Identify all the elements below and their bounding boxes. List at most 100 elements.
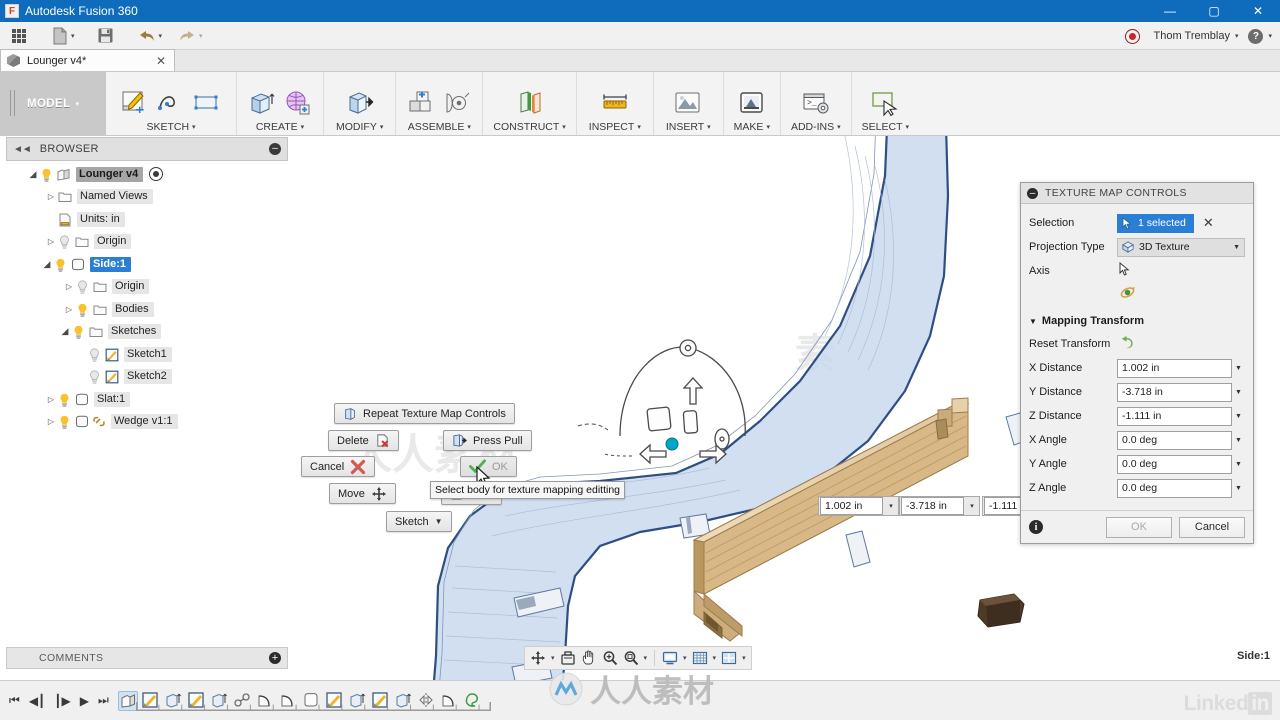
chevron-down-icon[interactable]: ▼ xyxy=(1233,244,1240,251)
visibility-bulb-icon[interactable] xyxy=(76,280,89,294)
select-window-icon[interactable] xyxy=(870,88,900,118)
reset-arrow-icon[interactable] xyxy=(1117,335,1135,353)
info-icon[interactable]: i xyxy=(1029,520,1043,534)
canvas-dimension-y[interactable]: ▾ xyxy=(899,496,980,516)
viewports-button[interactable]: ▾ xyxy=(719,647,748,669)
timeline-go-to-start-button[interactable]: ⏮ xyxy=(9,693,20,708)
workspace-switcher[interactable]: MODEL ▾ xyxy=(0,72,106,135)
expand-arrow-icon[interactable]: ◢ xyxy=(26,169,40,180)
dialog-title-bar[interactable]: – TEXTURE MAP CONTROLS xyxy=(1021,183,1253,204)
chevron-down-icon[interactable]: ▾ xyxy=(742,654,746,662)
3d-print-icon[interactable] xyxy=(737,88,767,118)
z-distance-value[interactable]: -1.111 in xyxy=(1117,406,1232,426)
chevron-down-icon[interactable]: ▾ xyxy=(562,123,566,131)
close-button[interactable]: ✕ xyxy=(1236,0,1280,22)
y-distance-value[interactable]: -3.718 in xyxy=(1117,382,1232,402)
redo-button[interactable]: ▾ xyxy=(172,22,209,50)
activate-component-icon[interactable] xyxy=(149,167,164,182)
chevron-down-icon[interactable]: ▾ xyxy=(1268,32,1272,40)
tree-item-named-views[interactable]: ▷ Named Views xyxy=(6,186,288,209)
x-distance-value[interactable]: 1.002 in xyxy=(1117,358,1232,378)
chevron-down-icon[interactable]: ▼ xyxy=(1232,389,1245,396)
app-grid-icon[interactable] xyxy=(6,22,32,50)
chevron-down-icon[interactable]: ▾ xyxy=(1235,32,1239,40)
axis-pick-icon[interactable] xyxy=(1117,261,1132,280)
expand-arrow-icon[interactable]: ▷ xyxy=(44,417,58,426)
chevron-down-icon[interactable]: ▾ xyxy=(965,502,979,510)
tree-item-lounger-v4[interactable]: ◢ Lounger v4 xyxy=(6,163,288,186)
record-icon[interactable] xyxy=(1124,28,1140,44)
marking-menu-presspull-button[interactable]: Press Pull xyxy=(443,430,532,451)
user-name-label[interactable]: Thom Tremblay xyxy=(1154,30,1230,42)
add-comment-icon[interactable]: + xyxy=(269,652,281,664)
chevron-down-icon[interactable]: ▾ xyxy=(551,654,555,662)
chevron-down-icon[interactable]: ▾ xyxy=(713,654,717,662)
look-at-button[interactable] xyxy=(558,647,578,669)
expand-arrow-icon[interactable]: ▷ xyxy=(62,305,76,314)
chevron-down-icon[interactable]: ▼ xyxy=(1232,437,1245,444)
clear-selection-icon[interactable]: ✕ xyxy=(1203,215,1214,231)
minimize-button[interactable]: — xyxy=(1148,0,1192,22)
grid-snaps-button[interactable]: ▾ xyxy=(690,647,719,669)
y-distance-canvas-input[interactable] xyxy=(901,497,964,515)
zoom-window-button[interactable] xyxy=(600,647,620,669)
chevron-down-icon[interactable]: ▾ xyxy=(884,502,898,510)
visibility-bulb-icon[interactable] xyxy=(58,415,71,429)
chevron-down-icon[interactable]: ▾ xyxy=(192,123,196,131)
expand-arrow-icon[interactable]: ◢ xyxy=(58,326,72,337)
save-button[interactable] xyxy=(91,22,120,50)
chevron-down-icon[interactable]: ▾ xyxy=(683,654,687,662)
expand-arrow-icon[interactable]: ▷ xyxy=(62,282,76,291)
chevron-down-icon[interactable]: ▾ xyxy=(906,123,910,131)
x-angle-value[interactable]: 0.0 deg xyxy=(1117,430,1232,450)
chevron-down-icon[interactable]: ▾ xyxy=(644,654,648,662)
offset-plane-icon[interactable] xyxy=(515,88,545,118)
timeline-step-forward-button[interactable]: ┃▶ xyxy=(54,694,70,708)
tree-item-units[interactable]: Units: in xyxy=(6,208,288,231)
dialog-cancel-button[interactable]: Cancel xyxy=(1179,516,1245,538)
chevron-down-icon[interactable]: ▾ xyxy=(301,123,305,131)
timeline-feature-component[interactable] xyxy=(117,690,138,711)
visibility-bulb-icon[interactable] xyxy=(88,370,101,384)
file-menu-button[interactable]: ▾ xyxy=(46,22,81,50)
tree-item-origin[interactable]: ▷ Origin xyxy=(6,231,288,254)
marking-menu-delete-button[interactable]: Delete xyxy=(328,430,399,451)
visibility-bulb-icon[interactable] xyxy=(72,325,85,339)
comments-panel-header[interactable]: COMMENTS + xyxy=(6,647,288,669)
marking-menu-sketch-button[interactable]: Sketch ▼ xyxy=(386,511,452,532)
chevron-down-icon[interactable]: ▼ xyxy=(1232,413,1245,420)
tree-item-side-origin[interactable]: ▷ Origin xyxy=(6,276,288,299)
measure-icon[interactable] xyxy=(600,88,630,118)
chevron-down-icon[interactable]: ▼ xyxy=(1232,461,1245,468)
timeline-step-back-button[interactable]: ◀┃ xyxy=(29,694,45,708)
collapse-panel-icon[interactable]: ◄◄ xyxy=(13,144,32,155)
visibility-bulb-icon[interactable] xyxy=(58,235,71,249)
minimize-icon[interactable]: – xyxy=(269,143,281,155)
new-component-icon[interactable] xyxy=(406,88,436,118)
tree-item-slat-1[interactable]: ▷ Slat:1 xyxy=(6,388,288,411)
chevron-down-icon[interactable]: ▾ xyxy=(380,123,384,131)
visibility-bulb-icon[interactable] xyxy=(76,303,89,317)
insert-image-icon[interactable] xyxy=(673,88,703,118)
y-angle-value[interactable]: 0.0 deg xyxy=(1117,454,1232,474)
tree-item-sketches[interactable]: ◢ Sketches xyxy=(6,321,288,344)
sketch-rectangle-icon[interactable] xyxy=(192,88,222,118)
tree-item-bodies[interactable]: ▷ Bodies xyxy=(6,298,288,321)
maximize-button[interactable]: ▢ xyxy=(1192,0,1236,22)
document-tab-lounger[interactable]: Lounger v4* ✕ xyxy=(0,49,175,71)
selection-value-chip[interactable]: 1 selected xyxy=(1117,213,1194,233)
visibility-bulb-icon[interactable] xyxy=(58,393,71,407)
orbit-button[interactable]: ▾ xyxy=(528,647,557,669)
pan-button[interactable] xyxy=(579,647,599,669)
undo-button[interactable]: ▾ xyxy=(132,22,169,50)
marking-menu-cancel-button[interactable]: Cancel xyxy=(301,456,376,477)
timeline-go-to-end-button[interactable]: ⏭ xyxy=(98,693,109,708)
chevron-down-icon[interactable]: ▾ xyxy=(467,123,471,131)
visibility-bulb-icon[interactable] xyxy=(54,258,67,272)
dialog-ok-button[interactable]: OK xyxy=(1106,516,1172,538)
mapping-transform-section[interactable]: ▼ Mapping Transform xyxy=(1029,310,1245,332)
display-settings-button[interactable]: ▾ xyxy=(660,647,689,669)
close-icon[interactable]: ✕ xyxy=(154,54,168,68)
expand-arrow-icon[interactable]: ▷ xyxy=(44,395,58,404)
marking-menu-move-button[interactable]: Move xyxy=(329,483,396,504)
